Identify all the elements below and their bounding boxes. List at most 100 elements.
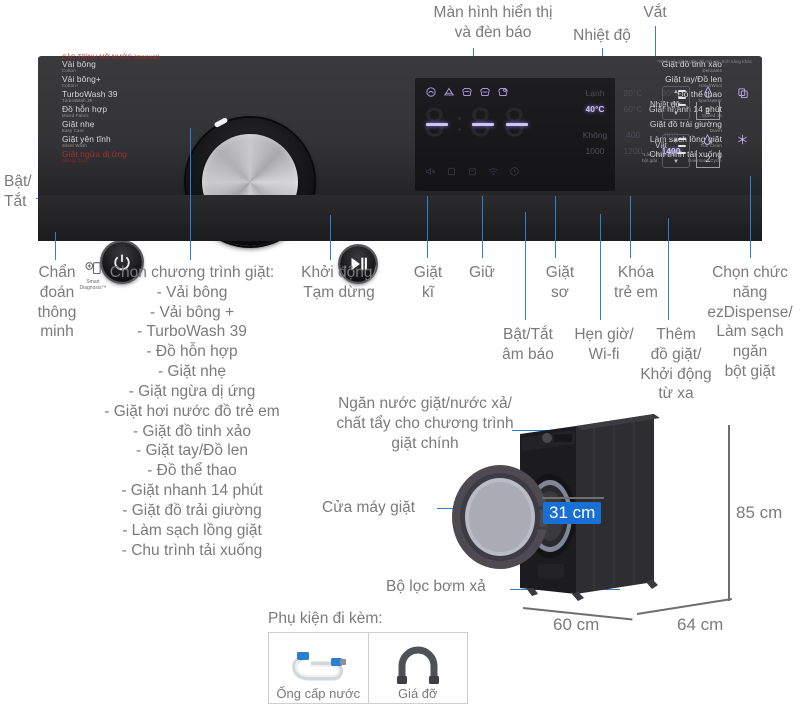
program-item: Giặt nhẹ Easy Care — [62, 118, 95, 134]
leader-hold — [482, 196, 483, 258]
chevron-down-icon[interactable]: ▼ — [673, 159, 679, 165]
sub-caption-sound-rule-r — [506, 232, 520, 233]
leader-child-lock — [630, 196, 631, 258]
button-turbowash[interactable]: TurboWash *Giữ+ — [481, 198, 549, 226]
accessory-label-hose: Ống cấp nước — [276, 686, 361, 701]
leader-sound-toggle — [525, 212, 526, 320]
segment-digit: 8 — [469, 104, 497, 144]
callout-wash-intensive: Giặt kĩ — [413, 264, 443, 301]
callout-hold: Giữ — [469, 264, 495, 281]
steam-basket-icon — [498, 87, 508, 97]
segment-colon — [457, 104, 463, 144]
ez-dispense-selector-2[interactable]: ▲ Norm ▼ — [662, 134, 690, 168]
callout-program-list: Chọn chương trình giặt: - Vải bông - Vải… — [104, 264, 280, 559]
temp-option[interactable]: 60°C — [616, 102, 650, 116]
leader-add-garment — [668, 218, 669, 320]
display-status-icons-top — [425, 86, 509, 98]
chevron-down-icon[interactable]: ▼ — [673, 111, 679, 117]
leader-timer-wifi — [600, 214, 601, 320]
logo-warranty-years: 10 — [714, 213, 737, 235]
callout-sound-toggle: Bật/Tắt âm báo — [502, 326, 554, 363]
program-item: Đồ hỗn hợp Mixed Fabric — [62, 103, 108, 119]
leader-ez-dispense — [750, 176, 751, 258]
callout-timer-wifi: Hẹn giờ/ Wi-fi — [574, 326, 634, 363]
accessories-section: Phụ kiện đi kèm: Ống cấp nước Giá đỡ — [268, 610, 468, 704]
ez-level-bars-1 — [678, 90, 686, 106]
button-prewash[interactable]: Giặt sơ *Giặt kĩ — [548, 198, 616, 226]
wifi-icon — [488, 168, 499, 176]
inverter-direct-drive-logo: INVERTER DIRECT DRIVE MOTOR 10 YEAR WARR… — [625, 213, 746, 237]
program-item: Vải bông Cotton — [62, 59, 96, 74]
remote-start-icon — [510, 167, 519, 176]
sub-caption-sound-rule-l — [450, 232, 464, 233]
leader-start-pause — [330, 215, 331, 260]
accessories-box: Ống cấp nước Giá đỡ — [268, 632, 468, 704]
callout-door: Cửa máy giặt — [322, 499, 416, 516]
tub-clean-icon — [447, 167, 456, 176]
sub-caption-sound: *Bật/Tắt âm báo — [466, 230, 501, 235]
touch-button-row: Hơi nước TurboWash *Giữ+ Giặt sơ *Giặt k… — [413, 198, 749, 226]
door-width-dim-line — [542, 497, 604, 499]
leader-wash-intensive — [427, 196, 428, 258]
spin-option[interactable]: 1000 — [578, 144, 612, 158]
logo-direct-drive-text: DIRECT DRIVE — [625, 220, 700, 232]
ez-drawer-bracket-2: 2 — [696, 150, 720, 168]
height-dim-line — [728, 425, 730, 601]
callout-start-pause: Khởi động/ Tạm dừng — [301, 264, 377, 301]
segment-digit: 8 — [503, 104, 531, 144]
control-panel: CÁC TRÌNH MỞ NƯỚC (manual) Vải bông Cotto… — [38, 55, 762, 291]
ez-level-bars-2 — [678, 138, 686, 154]
accessory-label-bracket: Giá đỡ — [397, 686, 438, 701]
program-item: Giặt yên tĩnh Silent Wash — [62, 133, 111, 149]
program-item: Vải bông+ Cotton+ — [62, 73, 101, 89]
temp-option[interactable]: 20°C — [616, 86, 650, 100]
button-steam[interactable]: Hơi nước — [413, 198, 482, 226]
copy-cycles-icon — [738, 88, 748, 101]
temp-option[interactable]: Lạnh — [578, 86, 612, 100]
logo-motor-text: MOTOR — [650, 231, 675, 237]
spin-option[interactable]: 400 — [616, 128, 650, 142]
spin-option[interactable]: Không — [578, 128, 612, 142]
child-lock-icon — [468, 167, 477, 176]
bracket-icon — [396, 646, 439, 684]
leader-program-list — [190, 128, 191, 260]
door-width-badge: 31 cm — [543, 502, 602, 524]
callout-detergent-drawer: Ngăn nước giặt/nước xả/ chất tẩy cho chư… — [336, 395, 514, 452]
program-list-left: Vải bông Cotton Vải bông+ Cotton+ TurboWas… — [62, 60, 127, 165]
callout-temperature: Nhiệt độ — [573, 27, 631, 44]
button-timer[interactable]: Hẹn giờ *Wi-Fi — [615, 198, 682, 226]
logo-warranty-text: YEAR WARRANTY — [704, 233, 746, 237]
display-status-icons-bottom — [425, 166, 520, 177]
dial-position-marker — [213, 117, 229, 128]
sub-caption-child-rule-l — [636, 232, 648, 233]
water-hose-icon — [292, 652, 347, 681]
segment-display: 8 8 8 — [423, 104, 531, 144]
leader-smart-diagnosis — [55, 232, 56, 260]
page-root: Màn hình hiển thị và đèn báo Nhiệt độ Vắ… — [0, 0, 800, 723]
segment-digit: 8 — [423, 104, 451, 144]
dim-depth: 64 cm — [677, 615, 724, 634]
leader-prewash — [555, 196, 556, 258]
sub-caption-child-rule-r — [686, 232, 698, 233]
accessories-title: Phụ kiện đi kèm: — [268, 610, 383, 627]
rinse-icon — [444, 87, 454, 96]
callout-child-lock: Khóa trẻ em — [614, 264, 658, 301]
panel-top-note: *Nhấn và giữ 3 giây để mở các tính năng … — [657, 59, 752, 64]
program-item: TurboWash 39 TurboWash 39 — [62, 88, 118, 104]
callout-drain-filter: Bộ lọc bơm xả — [386, 578, 486, 595]
washer-open-door — [452, 465, 550, 569]
program-selector-dial[interactable] — [186, 117, 314, 246]
accessory-item-bracket: Giá đỡ — [367, 633, 468, 703]
accessory-item-hose: Ống cấp nước — [269, 633, 368, 703]
dim-width: 60 cm — [553, 615, 600, 634]
wash-cycle-icon — [426, 87, 436, 97]
detergent-drop-icon — [703, 86, 713, 101]
callout-prewash: Giặt sơ — [545, 264, 575, 301]
logo-inverter-text: INVERTER — [641, 215, 684, 221]
temp-option-selected[interactable]: 40°C — [578, 102, 612, 116]
ez-dispense-selector-1[interactable]: ▲ Norm ▼ — [662, 86, 690, 120]
dial-knob[interactable] — [202, 134, 298, 230]
callout-spin: Vắt — [643, 4, 667, 21]
sub-caption-child-lock: *Khóa Trẻ em — [650, 230, 680, 235]
button-add-garment[interactable]: Thêm đồ giặt *Khởi động từ xa — [682, 198, 749, 226]
